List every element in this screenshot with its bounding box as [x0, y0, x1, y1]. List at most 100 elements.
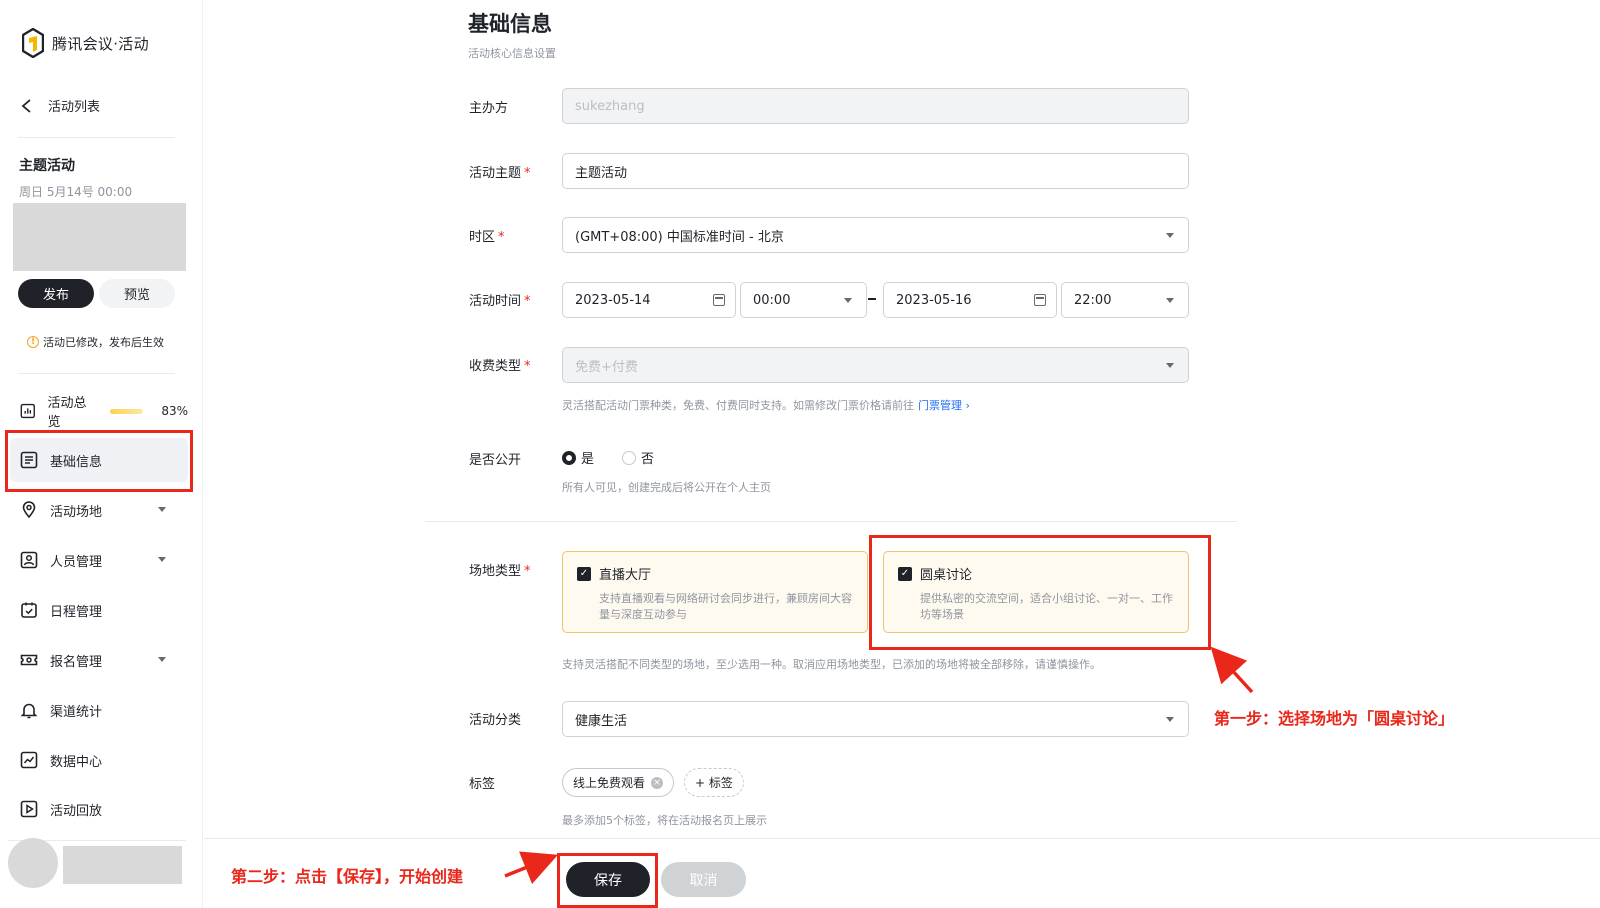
- add-tag-button[interactable]: + 标签: [684, 768, 744, 797]
- sidebar-item-label: 日程管理: [50, 604, 103, 620]
- warning-icon: !: [27, 336, 39, 348]
- page-title: 基础信息: [468, 12, 552, 36]
- venue-option-desc: 支持直播观看与网络研讨会同步进行，兼顾房间大容量与深度互动参与: [599, 592, 852, 621]
- overview-progress-value: 83%: [161, 404, 188, 418]
- theme-input[interactable]: 主题活动: [562, 153, 1189, 189]
- sidebar-item-label: 人员管理: [50, 554, 103, 570]
- preview-button[interactable]: 预览: [99, 279, 175, 308]
- chevron-down-icon: [158, 507, 166, 512]
- app-name: 腾讯会议·活动: [52, 34, 149, 53]
- sidebar-item-people[interactable]: 人员管理: [10, 538, 188, 582]
- sidebar-item-label: 报名管理: [50, 654, 103, 670]
- venue-option-live-hall[interactable]: ✓ 直播大厅 支持直播观看与网络研讨会同步进行，兼顾房间大容量与深度互动参与: [562, 551, 868, 633]
- footer-divider: [204, 838, 1600, 839]
- activity-date: 周日 5月14号 00:00: [19, 185, 133, 199]
- range-dash: [868, 298, 876, 300]
- sidebar-item-venue[interactable]: 活动场地: [10, 488, 188, 532]
- sidebar-divider: [18, 373, 175, 374]
- highlight-basic-info: [5, 430, 193, 492]
- notice-text: 活动已修改，发布后生效: [43, 336, 164, 349]
- organizer-label: 主办方: [469, 101, 509, 116]
- fee-hint: 灵活搭配活动门票种类，免费、付费同时支持。如需修改门票价格请前往 门票管理 ›: [562, 399, 970, 412]
- end-date-input[interactable]: 2023-05-16: [883, 282, 1057, 318]
- annotation-arrows: [504, 646, 1254, 885]
- sidebar-item-label: 数据中心: [50, 754, 103, 770]
- theme-label: 活动主题 *: [469, 166, 531, 181]
- ticket-management-link[interactable]: 门票管理 ›: [918, 399, 970, 412]
- tag-text: 线上免费观看: [573, 776, 646, 790]
- publish-button[interactable]: 发布: [18, 279, 94, 308]
- back-label: 活动列表: [48, 100, 101, 115]
- venue-label: 场地类型 *: [469, 564, 531, 579]
- radio-label: 否: [641, 452, 655, 467]
- public-no-radio[interactable]: 否: [622, 448, 654, 467]
- sidebar-item-schedule[interactable]: 日程管理: [10, 588, 188, 632]
- time-label: 活动时间 *: [469, 294, 531, 309]
- category-value: 健康生活: [575, 713, 628, 729]
- sidebar-item-data-center[interactable]: 数据中心: [10, 738, 188, 782]
- fee-label: 收费类型 *: [469, 359, 531, 374]
- checkbox-checked-icon[interactable]: ✓: [577, 566, 591, 581]
- radio-label: 是: [581, 452, 595, 467]
- sidebar-item-registration[interactable]: 报名管理: [10, 638, 188, 682]
- modified-notice: ! 活动已修改，发布后生效: [27, 334, 164, 350]
- calendar-icon: [713, 294, 725, 306]
- highlight-save: [557, 853, 658, 908]
- start-date-value: 2023-05-14: [575, 292, 651, 308]
- avatar[interactable]: [8, 838, 58, 888]
- username-placeholder: [63, 846, 182, 884]
- radio-selected-icon: [562, 450, 576, 465]
- highlight-roundtable: [869, 535, 1211, 650]
- timezone-value: (GMT+08:00) 中国标准时间 - 北京: [575, 229, 784, 245]
- sidebar-item-overview[interactable]: 活动总览 83%: [10, 389, 188, 433]
- sidebar-item-replay[interactable]: 活动回放: [10, 787, 188, 831]
- tag-chip: 线上免费观看 ×: [562, 768, 675, 797]
- chevron-down-icon: [1166, 363, 1174, 368]
- section-divider: [425, 521, 1237, 522]
- start-time-select[interactable]: 00:00: [740, 282, 867, 318]
- app-logo: 腾讯会议·活动: [22, 28, 149, 58]
- chevron-down-icon: [1166, 233, 1174, 238]
- activity-cover-image: [13, 203, 186, 271]
- end-time-select[interactable]: 22:00: [1061, 282, 1189, 318]
- person-card-icon: [20, 551, 38, 569]
- location-pin-icon: [22, 501, 36, 519]
- cancel-button[interactable]: 取消: [661, 862, 746, 897]
- public-hint: 所有人可见，创建完成后将公开在个人主页: [562, 481, 771, 494]
- chevron-down-icon: [158, 557, 166, 562]
- theme-value: 主题活动: [575, 165, 628, 181]
- page-subtitle: 活动核心信息设置: [468, 47, 556, 60]
- close-icon[interactable]: ×: [651, 776, 664, 789]
- fee-select: 免费+付费: [562, 347, 1189, 383]
- sidebar-item-label: 活动回放: [50, 803, 103, 819]
- sidebar-item-label: 渠道统计: [50, 704, 103, 720]
- annotation-arrow-step2: [504, 851, 558, 885]
- radio-unselected-icon: [622, 450, 636, 465]
- venue-option-title: 直播大厅: [599, 568, 652, 583]
- end-time-value: 22:00: [1074, 292, 1112, 308]
- calendar-icon: [1034, 294, 1046, 306]
- play-icon: [20, 800, 38, 818]
- venue-hint: 支持灵活搭配不同类型的场地，至少选用一种。取消应用场地类型，已添加的场地将被全部…: [562, 658, 1101, 671]
- sidebar-divider: [18, 137, 175, 138]
- fee-value: 免费+付费: [575, 359, 638, 375]
- chevron-down-icon: [844, 298, 852, 303]
- start-date-input[interactable]: 2023-05-14: [562, 282, 736, 318]
- sidebar-item-channels[interactable]: 渠道统计: [10, 688, 188, 732]
- ticket-icon: [20, 654, 38, 666]
- annotation-arrow-step1: [1210, 646, 1254, 694]
- timezone-label: 时区 *: [469, 230, 505, 245]
- calendar-check-icon: [21, 602, 37, 618]
- public-label: 是否公开: [469, 453, 522, 468]
- tags-label: 标签: [469, 777, 496, 792]
- annotation-step1: 第一步：选择场地为「圆桌讨论」: [1214, 709, 1455, 728]
- timezone-select[interactable]: (GMT+08:00) 中国标准时间 - 北京: [562, 217, 1189, 253]
- public-yes-radio[interactable]: 是: [562, 448, 594, 467]
- sidebar-item-label: 活动场地: [50, 504, 103, 520]
- tencent-meeting-logo-icon: [22, 28, 44, 58]
- category-select[interactable]: 健康生活: [562, 701, 1189, 737]
- sidebar-item-label: 活动总览: [47, 396, 87, 430]
- line-chart-icon: [20, 751, 38, 769]
- organizer-field: sukezhang: [562, 88, 1189, 124]
- back-to-list-button[interactable]: 活动列表: [20, 96, 100, 115]
